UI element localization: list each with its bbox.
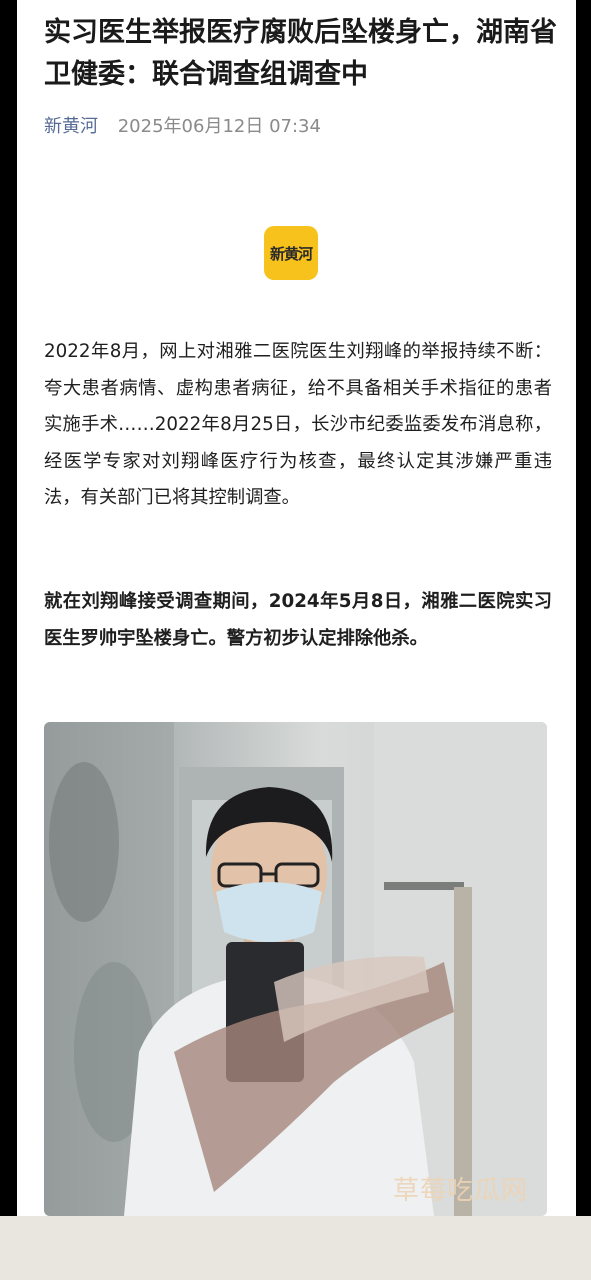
article-page: 实习医生举报医疗腐败后坠楼身亡，湖南省卫健委：联合调查组调查中 新黄河 2025… bbox=[17, 0, 576, 1280]
article-paragraph-2: 就在刘翔峰接受调查期间，2024年5月8日，湘雅二医院实习医生罗帅宇坠楼身亡。警… bbox=[44, 591, 552, 649]
article-meta: 新黄河 2025年06月12日 07:34 bbox=[44, 112, 321, 138]
article-title: 实习医生举报医疗腐败后坠楼身亡，湖南省卫健委：联合调查组调查中 bbox=[44, 17, 557, 90]
bottom-bar bbox=[0, 1216, 591, 1280]
article-paragraph-1: 2022年8月，网上对湘雅二医院医生刘翔峰的举报持续不断：夸大患者病情、虚构患者… bbox=[44, 341, 552, 508]
photo-illustration bbox=[44, 722, 547, 1216]
publish-date: 2025年06月12日 07:34 bbox=[117, 116, 321, 137]
site-watermark: 草莓吃瓜网 bbox=[393, 1176, 529, 1206]
article-photo[interactable] bbox=[44, 722, 547, 1216]
source-logo: 新黄河 bbox=[264, 226, 318, 280]
source-link[interactable]: 新黄河 bbox=[44, 116, 98, 137]
logo-text: 新黄河 bbox=[269, 244, 313, 263]
